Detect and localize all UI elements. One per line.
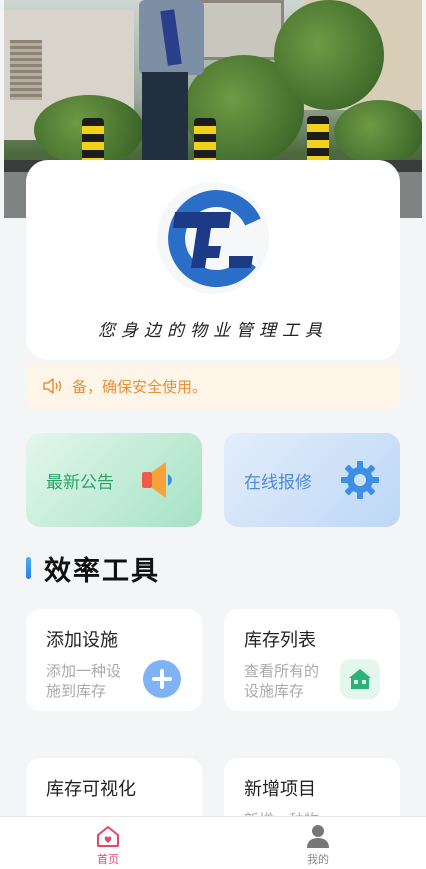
- shrub: [334, 100, 422, 165]
- section-title: 效率工具: [44, 556, 160, 587]
- section-accent-bar: [26, 557, 31, 579]
- app-page: 您身边的物业管理工具 备，确保安全使用。 最新公告 在线报修 效率工具 添加设施…: [0, 0, 426, 869]
- bottom-tab-bar: 首页 我的: [0, 816, 426, 869]
- speaker-icon: [43, 378, 62, 394]
- slogan-text: 您身边的物业管理工具: [98, 321, 328, 341]
- traffic-cone: [307, 116, 329, 162]
- notice-text: 备，确保安全使用。: [72, 377, 208, 396]
- tab-home-label: 首页: [97, 853, 119, 866]
- traffic-cone: [194, 118, 216, 164]
- add-facility-desc: 添加一种设施到库存: [46, 662, 122, 700]
- user-icon: [307, 825, 329, 848]
- home-icon: [97, 826, 119, 847]
- announcements-button[interactable]: 最新公告: [26, 433, 202, 527]
- announcements-label: 最新公告: [46, 472, 114, 493]
- add-facility-card[interactable]: 添加设施 添加一种设施到库存: [26, 609, 202, 711]
- tree: [274, 0, 384, 110]
- new-project-title: 新增项目: [244, 779, 316, 800]
- tab-mine[interactable]: 我的: [288, 823, 348, 867]
- traffic-cone: [82, 118, 104, 164]
- online-repair-button[interactable]: 在线报修: [224, 433, 400, 527]
- megaphone-icon: [142, 462, 172, 498]
- inventory-list-card[interactable]: 库存列表 查看所有的设施库存: [224, 609, 400, 711]
- house-icon: [340, 659, 380, 699]
- gear-icon: [341, 461, 379, 499]
- building-window: [194, 0, 284, 60]
- inventory-visualization-title: 库存可视化: [46, 779, 136, 800]
- inventory-list-desc: 查看所有的设施库存: [244, 662, 320, 700]
- logo-card: 您身边的物业管理工具: [26, 160, 400, 360]
- online-repair-label: 在线报修: [244, 472, 312, 493]
- add-facility-title: 添加设施: [46, 630, 118, 651]
- logo-icon: [168, 190, 261, 288]
- tab-mine-label: 我的: [307, 853, 329, 866]
- notice-bar[interactable]: 备，确保安全使用。: [26, 363, 400, 409]
- plus-icon: [143, 660, 181, 698]
- tab-home[interactable]: 首页: [78, 823, 138, 867]
- person-legs: [142, 72, 188, 162]
- app-logo: [157, 182, 269, 294]
- inventory-list-title: 库存列表: [244, 630, 316, 651]
